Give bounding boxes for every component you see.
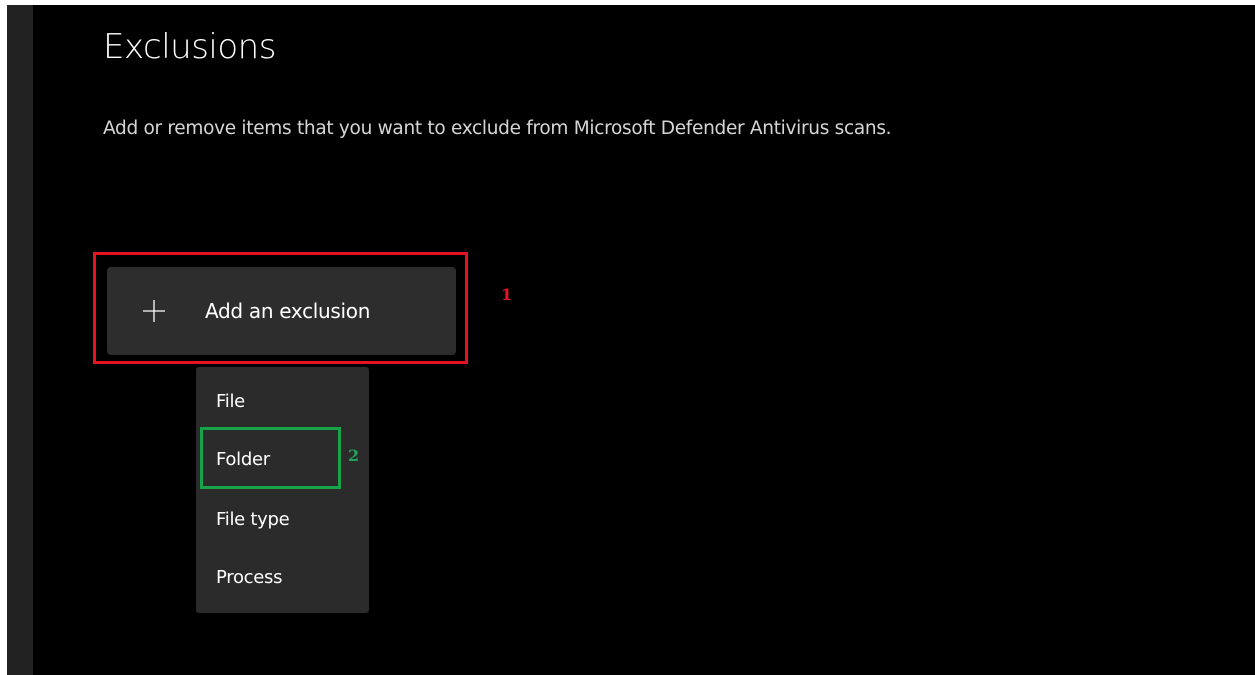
menu-item-label: File [216,391,245,412]
menu-item-file[interactable]: File [196,381,369,425]
left-edge-strip [7,5,33,675]
plus-icon [143,300,165,322]
menu-item-folder[interactable]: Folder [196,439,369,483]
menu-item-label: Process [216,567,283,588]
menu-item-process[interactable]: Process [196,557,369,601]
exclusion-type-menu: File Folder File type Process [196,367,369,613]
settings-page: Exclusions Add or remove items that you … [7,5,1255,675]
add-exclusion-button[interactable]: Add an exclusion [107,267,456,355]
add-exclusion-label: Add an exclusion [205,299,371,323]
menu-item-file-type[interactable]: File type [196,499,369,543]
step-2-marker: 2 [348,446,360,465]
page-title: Exclusions [103,27,276,67]
menu-item-label: Folder [216,449,270,470]
step-1-marker: 1 [501,285,513,304]
menu-item-label: File type [216,509,290,530]
page-description: Add or remove items that you want to exc… [103,118,892,139]
